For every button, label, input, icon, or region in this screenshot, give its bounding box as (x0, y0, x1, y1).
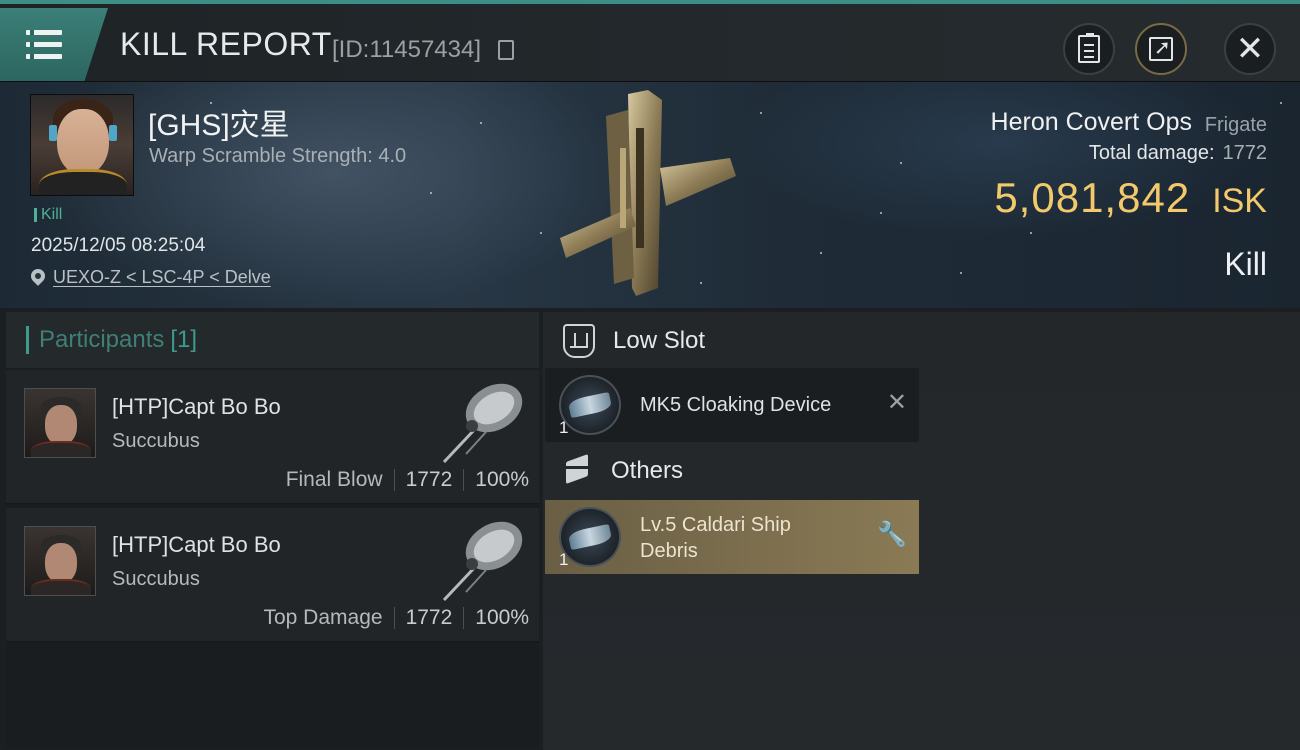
participant-ship: Succubus (112, 430, 200, 452)
kill-tag-label: Kill (41, 206, 63, 223)
participant-damage: 1772 (405, 606, 453, 629)
fitting-panel: Low Slot 1 MK5 Cloaking Device ✕ Others … (543, 312, 1300, 750)
item-name: MK5 Cloaking Device (640, 394, 832, 416)
total-damage-label: Total damage: (1088, 142, 1215, 164)
victim-portrait[interactable] (30, 94, 134, 196)
participant-ship-image[interactable] (436, 512, 528, 604)
participant-role: Top Damage (263, 606, 383, 629)
menu-icon (26, 30, 62, 60)
participant-ship: Succubus (112, 568, 200, 590)
item-quantity: 1 (559, 550, 569, 569)
participant-row[interactable]: [HTP]Capt Bo Bo Succubus Top Damage 1772… (6, 508, 539, 642)
victim-ship-name[interactable]: Heron Covert Ops (991, 108, 1192, 137)
item-name-line2: Debris (640, 540, 698, 562)
close-icon: ✕ (1235, 29, 1265, 69)
participant-ship-image[interactable] (436, 374, 528, 466)
ship-image[interactable] (550, 88, 750, 298)
participant-percent: 100% (475, 468, 529, 491)
location-pin-icon (31, 269, 45, 287)
warp-scramble-strength: Warp Scramble Strength: 4.0 (149, 145, 407, 167)
item-name: Lv.5 Caldari Ship Debris (640, 512, 791, 564)
participant-name: [HTP]Capt Bo Bo (112, 532, 281, 557)
menu-button[interactable] (0, 8, 108, 82)
participant-damage: 1772 (405, 468, 453, 491)
box-icon (563, 456, 593, 486)
participants-panel: Participants [1] [HTP]Capt Bo Bo Succubu… (6, 312, 539, 748)
close-button[interactable]: ✕ (1224, 23, 1276, 75)
victim-ship-class: Frigate (1204, 114, 1267, 136)
page-title: KILL REPORT (120, 26, 332, 62)
isk-loss: 5,081,842 ISK (994, 174, 1267, 222)
item-row-ship-debris[interactable]: 1 Lv.5 Caldari Ship Debris 🔧 (545, 500, 919, 574)
others-header: Others (563, 456, 683, 486)
isk-unit: ISK (1212, 182, 1267, 220)
participants-count: [1] (170, 326, 198, 353)
report-id: [ID:11457434] (332, 36, 482, 63)
participants-label: Participants (39, 326, 165, 353)
others-title: Others (611, 457, 684, 484)
kill-tag: Kill (34, 206, 62, 224)
header-bar: KILL REPORT [ID:11457434] ✕ (0, 0, 1300, 82)
wrench-icon[interactable]: 🔧 (877, 522, 907, 546)
participant-role: Final Blow (285, 468, 383, 491)
copy-icon[interactable] (498, 40, 514, 60)
participant-portrait[interactable] (24, 388, 96, 458)
participant-row[interactable]: [HTP]Capt Bo Bo Succubus Final Blow 1772… (6, 370, 539, 504)
share-button[interactable] (1135, 23, 1187, 75)
low-slot-icon (563, 324, 595, 358)
document-icon (1078, 33, 1100, 63)
location-link[interactable]: UEXO-Z < LSC-4P < Delve (31, 267, 271, 288)
participants-header: Participants [1] (6, 312, 539, 368)
participant-name: [HTP]Capt Bo Bo (112, 394, 281, 419)
participant-stats: Final Blow 1772 100% (286, 468, 529, 492)
total-damage-value: 1772 (1222, 142, 1268, 164)
module-row-cloaking-device[interactable]: 1 MK5 Cloaking Device ✕ (545, 368, 919, 442)
kill-banner: [GHS]灾星 Warp Scramble Strength: 4.0 Kill… (0, 82, 1300, 308)
location-text[interactable]: UEXO-Z < LSC-4P < Delve (53, 267, 271, 288)
low-slot-header: Low Slot (563, 324, 705, 358)
participant-portrait[interactable] (24, 526, 96, 596)
total-damage: Total damage: 1772 (1089, 142, 1267, 165)
participant-percent: 100% (475, 606, 529, 629)
document-button[interactable] (1063, 23, 1115, 75)
kill-datetime: 2025/12/05 08:25:04 (31, 235, 206, 256)
item-quantity: 1 (559, 418, 569, 437)
destroyed-x-icon: ✕ (886, 388, 907, 416)
item-name-line1: Lv.5 Caldari Ship (640, 514, 791, 536)
isk-value: 5,081,842 (994, 174, 1191, 221)
share-icon (1149, 35, 1173, 61)
low-slot-title: Low Slot (613, 327, 706, 354)
victim-name[interactable]: [GHS]灾星 (148, 100, 290, 144)
kill-status: Kill (1224, 246, 1267, 282)
participant-stats: Top Damage 1772 100% (263, 606, 529, 630)
